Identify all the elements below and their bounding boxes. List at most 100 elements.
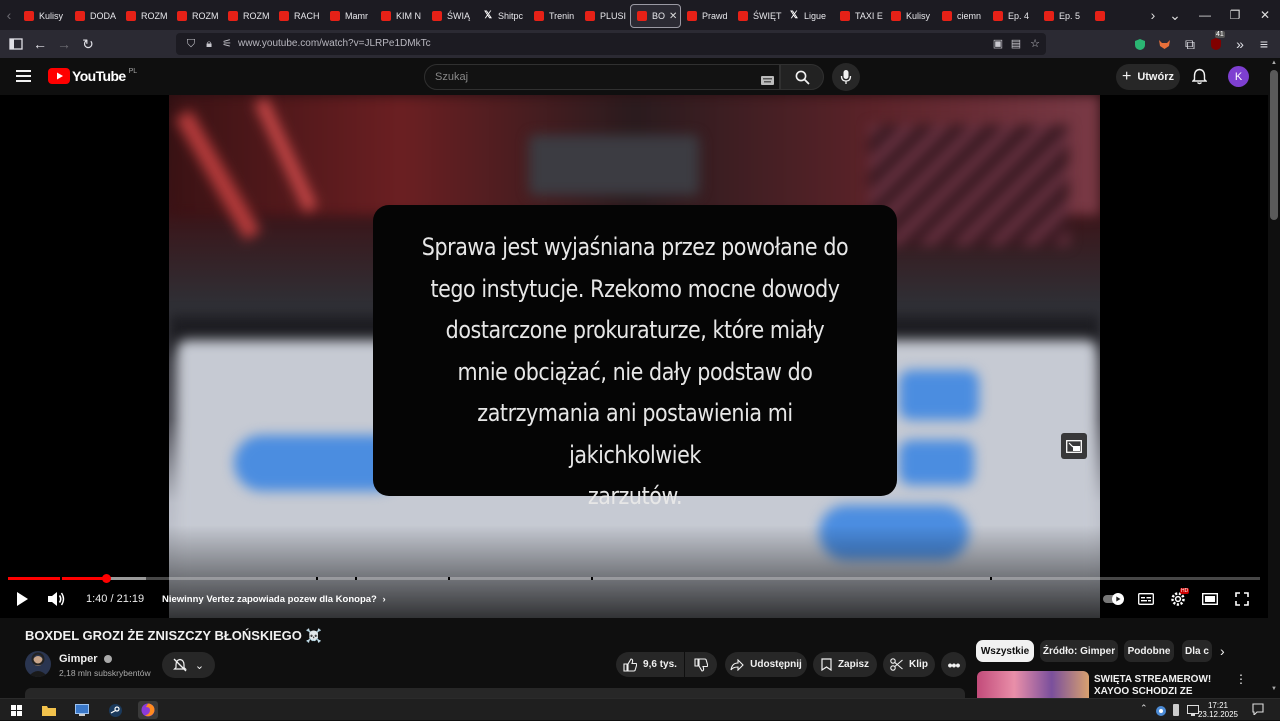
browser-tab[interactable]: PLUSI [579,4,630,28]
browser-tab[interactable]: Trenin [528,4,579,28]
reader-view-icon[interactable]: ▤ [1009,37,1023,51]
scroll-down-arrow-icon[interactable]: ▼ [1271,686,1277,692]
bookmark-star-icon[interactable]: ☆ [1028,37,1042,51]
chips-next-chevron-icon[interactable]: › [1220,643,1225,659]
channel-name[interactable]: Gimper [59,653,112,665]
miniplayer-button[interactable] [1061,433,1087,459]
restore-window-icon[interactable]: ❐ [1220,0,1250,30]
lock-icon[interactable]: 🔒︎ [202,37,216,51]
page-scrollbar[interactable]: ▲ ▼ [1268,58,1280,698]
tracking-shield-icon[interactable]: ⛉ [184,37,198,51]
firefox-taskbar-icon[interactable] [138,701,158,719]
picture-in-picture-icon[interactable]: ▣ [991,37,1005,51]
reload-icon[interactable]: ↻ [78,34,98,54]
recommended-video-menu-icon[interactable]: ⋮ [1235,672,1247,686]
play-button[interactable] [10,587,34,611]
subtitles-button[interactable] [1134,587,1158,611]
network-tray-icon[interactable] [1155,703,1167,721]
fullscreen-button[interactable] [1230,587,1254,611]
like-button[interactable]: 9,6 tys. [616,652,684,677]
browser-tab[interactable]: ŚWIĄ [426,4,477,28]
subscription-notifications-button[interactable]: ⌄ [162,652,215,678]
permissions-icon[interactable]: ⚟ [220,37,234,51]
browser-tab[interactable]: DODA [69,4,120,28]
channel-avatar[interactable] [25,651,51,677]
seek-scrubber[interactable] [101,574,111,583]
overflow-chevrons-icon[interactable]: » [1230,34,1250,54]
mute-button[interactable] [44,587,68,611]
browser-tab[interactable]: Ep. 5 [1038,4,1089,28]
minimize-window-icon[interactable]: — [1190,0,1220,30]
autoplay-toggle[interactable] [1102,587,1126,611]
create-button[interactable]: + Utwórz [1116,64,1180,90]
voice-search-button[interactable] [832,63,860,91]
description-box[interactable] [25,688,965,698]
remote-desktop-icon[interactable] [72,701,92,719]
back-icon[interactable]: ← [30,34,50,54]
theater-mode-button[interactable] [1198,587,1222,611]
url-text[interactable]: www.youtube.com/watch?v=JLRPe1DMkTc [238,38,431,49]
browser-tab[interactable]: ROZM [171,4,222,28]
sidebar-toggle-icon[interactable] [6,34,26,54]
settings-button[interactable]: HD [1166,587,1190,611]
browser-tab[interactable]: KIM N [375,4,426,28]
hamburger-menu-icon[interactable] [16,69,32,88]
video-player[interactable]: Sprawa jest wyjaśniana przez powołane do… [0,95,1268,618]
tabs-scroll-right-icon[interactable]: › [1144,7,1162,23]
account-avatar[interactable]: K [1228,66,1249,87]
steam-tray-icon[interactable] [1172,703,1180,721]
scroll-up-arrow-icon[interactable]: ▲ [1271,60,1277,66]
filter-chip[interactable]: Dla c [1182,640,1212,662]
browser-tab[interactable]: Kulisy [885,4,936,28]
share-button[interactable]: Udostępnij [725,652,807,677]
keyboard-icon[interactable] [761,72,774,90]
browser-tab[interactable]: ROZM [222,4,273,28]
seek-bar[interactable] [8,574,1260,583]
browser-tab[interactable]: RACH [273,4,324,28]
notification-center-icon[interactable] [1252,702,1264,720]
browser-tab[interactable] [1089,4,1140,28]
search-input[interactable]: Szukaj [424,64,780,90]
chapter-title-button[interactable]: Niewinny Vertez zapowiada pozew dla Kono… [162,594,386,605]
browser-tab[interactable]: ŚWIĘT [732,4,783,28]
youtube-logo[interactable]: YouTube PL [48,68,137,84]
save-button[interactable]: Zapisz [813,652,877,677]
browser-tab[interactable]: BO ✕ [630,4,681,28]
dislike-button[interactable] [685,652,717,677]
fox-extension-icon[interactable] [1154,34,1174,54]
browser-tab[interactable]: Prawd [681,4,732,28]
app-menu-icon[interactable]: ≡ [1254,34,1274,54]
browser-tab[interactable]: ciemn [936,4,987,28]
tray-overflow-chevron-icon[interactable]: ⌃ [1140,703,1148,714]
browser-tab[interactable]: TAXI E [834,4,885,28]
recommended-video-thumbnail[interactable] [977,671,1089,698]
vpn-extension-icon[interactable] [1130,34,1150,54]
browser-tab[interactable]: 𝕏 Shitpc [477,4,528,28]
windows-start-icon[interactable] [6,701,26,719]
steam-icon[interactable] [105,701,125,719]
browser-tab[interactable]: 𝕏 Ligue [783,4,834,28]
clip-button[interactable]: Klip [883,652,935,677]
extensions-puzzle-icon[interactable]: ⧉ [1180,34,1200,54]
address-bar[interactable]: ⛉ 🔒︎ ⚟ www.youtube.com/watch?v=JLRPe1DMk… [176,33,1046,55]
browser-tab[interactable]: Mamr [324,4,375,28]
tabs-scroll-left-icon[interactable]: ‹ [0,7,18,23]
filter-chip[interactable]: Wszystkie [976,640,1034,662]
ublock-extension-icon[interactable]: 41 [1206,31,1226,54]
close-tab-icon[interactable]: ✕ [669,11,677,22]
more-actions-button[interactable]: ••• [941,652,966,677]
recommended-video-title[interactable]: ŚWIĘTA STREAMERÓW! XAYOO SCHODZI ZE SCEN… [1094,674,1234,698]
search-button[interactable] [780,64,824,90]
file-explorer-icon[interactable] [39,701,59,719]
tab-list-dropdown-icon[interactable]: ⌄ [1166,7,1184,24]
filter-chip[interactable]: Źródło: Gimper [1040,640,1118,662]
scrollbar-thumb[interactable] [1270,70,1278,220]
forward-icon[interactable]: → [54,34,74,54]
browser-tab[interactable]: Kulisy [18,4,69,28]
notifications-bell-icon[interactable] [1191,68,1208,90]
close-window-icon[interactable]: ✕ [1250,0,1280,30]
browser-tab[interactable]: ROZM [120,4,171,28]
browser-tab[interactable]: Ep. 4 [987,4,1038,28]
taskbar-clock[interactable]: 17:21 23.12.2025 [1196,701,1240,719]
filter-chip[interactable]: Podobne [1124,640,1174,662]
